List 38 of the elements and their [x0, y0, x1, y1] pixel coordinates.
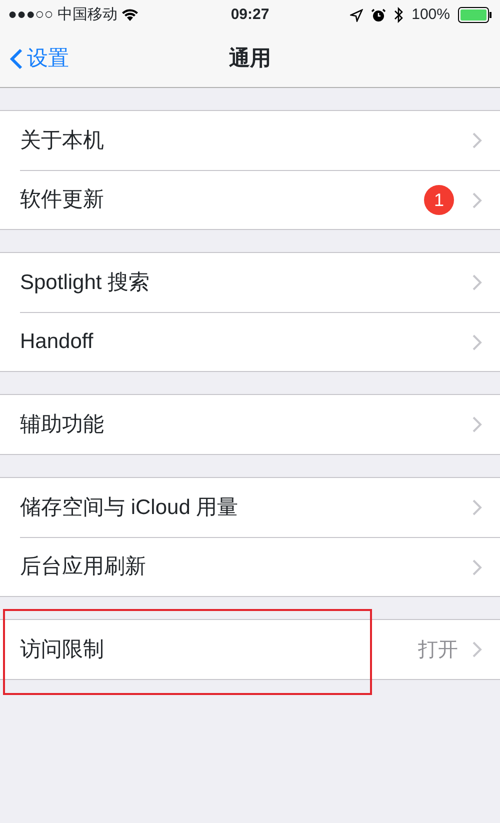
settings-row[interactable]: 辅助功能 [0, 395, 500, 454]
settings-row[interactable]: 软件更新 1 [0, 170, 500, 229]
signal-dots: ●●●○○ [8, 4, 54, 25]
chevron-right-icon [472, 192, 482, 208]
settings-row[interactable]: 访问限制 打开 [0, 620, 500, 679]
settings-row[interactable]: Handoff [0, 312, 500, 371]
row-label: 辅助功能 [20, 412, 105, 438]
chevron-right-icon [472, 334, 482, 350]
row-label: 访问限制 [20, 636, 105, 663]
chevron-left-icon [10, 48, 23, 70]
chevron-right-icon [472, 132, 482, 149]
wifi-icon [121, 8, 140, 22]
battery-icon [458, 7, 492, 23]
battery-percent: 100% [412, 4, 450, 25]
page-title: 通用 [229, 46, 271, 72]
carrier-name: 中国移动 [57, 4, 118, 25]
settings-row[interactable]: 储存空间与 iCloud 用量 [0, 478, 500, 537]
row-label: 储存空间与 iCloud 用量 [20, 494, 240, 521]
row-label: 关于本机 [20, 128, 105, 154]
status-time: 09:27 [230, 4, 270, 25]
back-button[interactable]: 设置 [0, 42, 69, 74]
row-label: Spotlight 搜索 [20, 270, 151, 296]
row-label: Handoff [20, 329, 94, 356]
settings-row[interactable]: Spotlight 搜索 [0, 253, 500, 312]
chevron-right-icon [472, 641, 482, 658]
chevron-right-icon [472, 274, 482, 291]
settings-row[interactable]: 关于本机 [0, 111, 500, 170]
chevron-right-icon [472, 558, 482, 576]
notification-badge: 1 [424, 185, 454, 215]
row-value: 打开 [418, 638, 458, 662]
settings-row[interactable]: 后台应用刷新 [0, 537, 500, 596]
bluetooth-icon [394, 7, 404, 23]
chevron-right-icon [472, 416, 482, 433]
location-icon [350, 8, 363, 22]
row-label: 软件更新 [20, 187, 105, 214]
row-label: 后台应用刷新 [20, 554, 147, 580]
chevron-right-icon [472, 499, 482, 516]
alarm-clock-icon [370, 8, 386, 22]
